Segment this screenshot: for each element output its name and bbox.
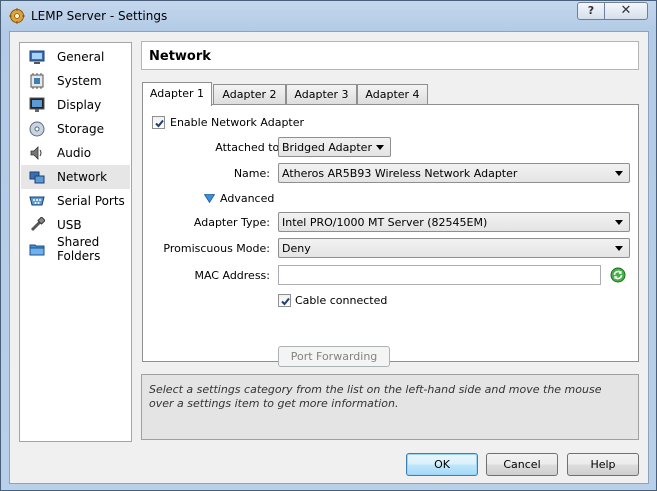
sidebar-item-audio[interactable]: Audio xyxy=(21,141,130,165)
sidebar-item-shared-folders[interactable]: Shared Folders xyxy=(21,235,130,263)
chevron-down-icon xyxy=(615,171,623,176)
sidebar-item-label: Network xyxy=(57,170,108,184)
expand-triangle-icon[interactable] xyxy=(204,194,215,203)
adapter-panel: Enable Network Adapter Attached to: Brid… xyxy=(142,104,639,367)
cable-connected-checkbox[interactable] xyxy=(278,294,291,307)
enable-adapter-checkbox[interactable] xyxy=(152,116,165,129)
mac-address-label: MAC Address: xyxy=(194,269,270,282)
dialog-body: General System Display Storage Audio Net… xyxy=(9,31,649,484)
promiscuous-mode-select[interactable]: Deny xyxy=(278,238,630,258)
sidebar-item-system[interactable]: System xyxy=(21,69,130,93)
tab-adapter-3[interactable]: Adapter 3 xyxy=(286,84,357,105)
sidebar-item-label: Display xyxy=(57,98,102,112)
checkmark-icon xyxy=(281,297,290,306)
info-text: Select a settings category from the list… xyxy=(149,383,602,410)
sidebar-item-label: Audio xyxy=(57,146,92,160)
close-icon: ✕ xyxy=(620,3,632,18)
promiscuous-mode-label: Promiscuous Mode: xyxy=(163,242,270,255)
display-icon xyxy=(29,97,45,113)
attached-to-select[interactable]: Bridged Adapter xyxy=(278,137,391,157)
chevron-down-icon xyxy=(615,220,623,225)
page-title: Network xyxy=(149,49,211,64)
title-bar[interactable]: LEMP Server - Settings ? ✕ xyxy=(1,1,656,31)
adapter-type-label: Adapter Type: xyxy=(193,216,270,229)
adapter-type-select[interactable]: Intel PRO/1000 MT Server (82545EM) xyxy=(278,212,630,232)
serial-ports-icon xyxy=(29,193,45,209)
shared-folders-icon xyxy=(29,241,45,257)
attached-to-value: Bridged Adapter xyxy=(282,141,372,154)
sidebar-item-usb[interactable]: USB xyxy=(21,213,130,237)
sidebar-item-network[interactable]: Network xyxy=(21,165,130,189)
general-icon xyxy=(29,49,45,65)
sidebar-item-label: System xyxy=(57,74,102,88)
enable-adapter-label[interactable]: Enable Network Adapter xyxy=(170,116,304,129)
sidebar-item-display[interactable]: Display xyxy=(21,93,130,117)
promiscuous-mode-value: Deny xyxy=(282,242,311,255)
name-label: Name: xyxy=(233,167,270,180)
sidebar-item-general[interactable]: General xyxy=(21,45,130,69)
tab-adapter-1[interactable]: Adapter 1 xyxy=(142,82,212,106)
sidebar-item-label: Serial Ports xyxy=(57,194,125,208)
settings-window: LEMP Server - Settings ? ✕ General Syste… xyxy=(0,0,657,491)
mac-address-input[interactable] xyxy=(278,265,601,285)
sidebar-item-label: Storage xyxy=(57,122,104,136)
attached-to-label: Attached to: xyxy=(215,141,283,154)
sidebar-item-storage[interactable]: Storage xyxy=(21,117,130,141)
tab-adapter-4[interactable]: Adapter 4 xyxy=(357,84,428,105)
gear-icon xyxy=(9,8,25,24)
advanced-toggle[interactable]: Advanced xyxy=(220,192,274,205)
checkmark-icon xyxy=(155,119,164,128)
storage-icon xyxy=(29,121,45,137)
cable-connected-label[interactable]: Cable connected xyxy=(295,294,387,307)
system-icon xyxy=(29,73,45,89)
tab-adapter-2[interactable]: Adapter 2 xyxy=(213,84,286,105)
audio-icon xyxy=(29,145,45,161)
title-help-button[interactable]: ? xyxy=(577,2,605,20)
chevron-down-icon xyxy=(615,246,623,251)
sidebar-item-label: Shared Folders xyxy=(57,235,101,263)
category-list: General System Display Storage Audio Net… xyxy=(19,42,132,442)
ok-button[interactable]: OK xyxy=(406,453,478,476)
close-button[interactable]: ✕ xyxy=(604,2,648,20)
adapter-type-value: Intel PRO/1000 MT Server (82545EM) xyxy=(282,216,488,229)
adapter-name-value: Atheros AR5B93 Wireless Network Adapter xyxy=(282,167,518,180)
refresh-icon[interactable] xyxy=(610,267,626,283)
sidebar-item-serial-ports[interactable]: Serial Ports xyxy=(21,189,130,213)
section-header: Network xyxy=(141,41,639,70)
help-button[interactable]: Help xyxy=(567,453,639,476)
cancel-button[interactable]: Cancel xyxy=(486,453,558,476)
info-panel: Select a settings category from the list… xyxy=(141,374,639,440)
sidebar-item-label: General xyxy=(57,50,105,64)
port-forwarding-button[interactable]: Port Forwarding xyxy=(278,346,390,367)
usb-icon xyxy=(29,217,45,233)
adapter-name-select[interactable]: Atheros AR5B93 Wireless Network Adapter xyxy=(278,163,630,183)
chevron-down-icon xyxy=(376,145,384,150)
sidebar-item-label: USB xyxy=(57,218,82,232)
network-icon xyxy=(29,169,45,185)
window-title: LEMP Server - Settings xyxy=(31,9,168,23)
